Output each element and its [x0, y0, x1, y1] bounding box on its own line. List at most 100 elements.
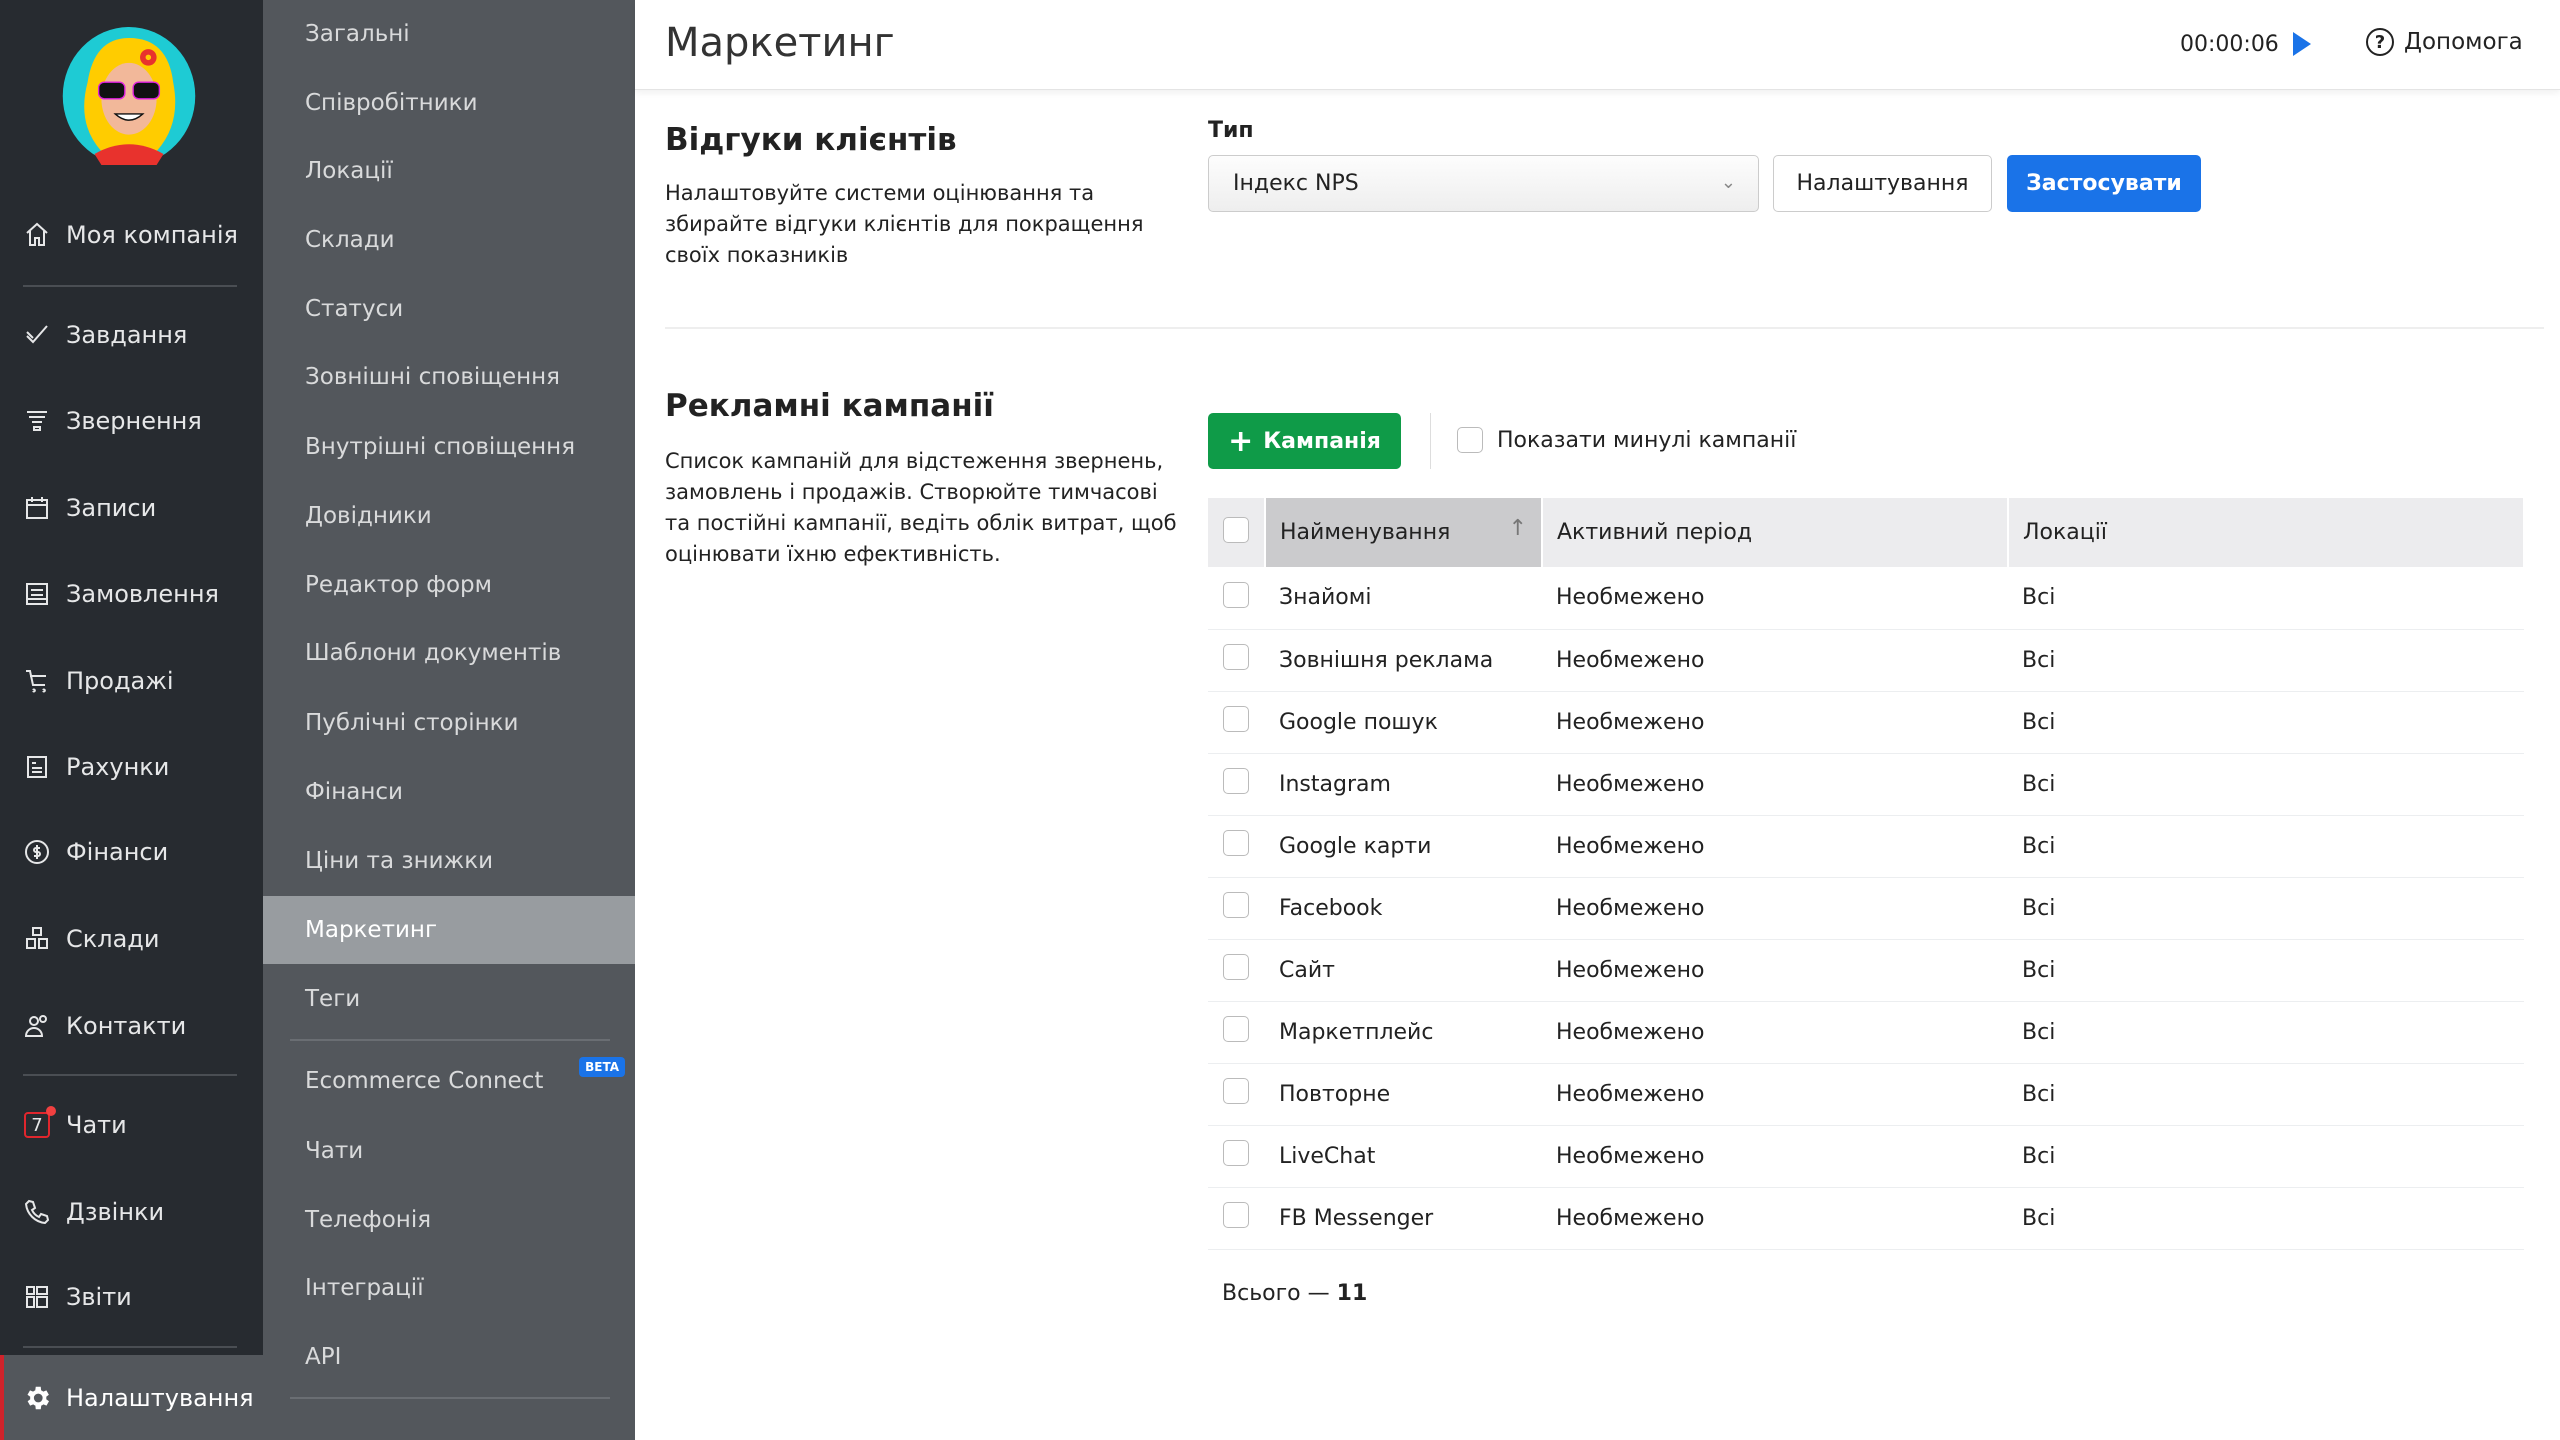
table-row[interactable]: Google картиНеобмеженоВсі	[1208, 815, 2524, 877]
row-checkbox[interactable]	[1223, 644, 1249, 670]
settings-button[interactable]: Налаштування	[1773, 155, 1992, 212]
column-locations[interactable]: Локації	[2008, 498, 2524, 567]
row-checkbox[interactable]	[1223, 1016, 1249, 1042]
table-row[interactable]: ПовторнеНеобмеженоВсі	[1208, 1063, 2524, 1125]
nav-item-9[interactable]: Склади	[0, 904, 263, 974]
row-checkbox[interactable]	[1223, 582, 1249, 608]
table-row[interactable]: FacebookНеобмеженоВсі	[1208, 877, 2524, 939]
help-label: Допомога	[2404, 29, 2523, 55]
table-row[interactable]: ЗнайоміНеобмеженоВсі	[1208, 567, 2524, 629]
cell: Необмежено	[1542, 1125, 2008, 1187]
submenu-item[interactable]: Співробітники	[263, 69, 635, 137]
cell: Facebook	[1265, 877, 1542, 939]
row-checkbox[interactable]	[1223, 1202, 1249, 1228]
cell: Всі	[2008, 567, 2524, 629]
submenu-item[interactable]: Шаблони документів	[263, 619, 635, 687]
cell: FB Messenger	[1265, 1187, 1542, 1249]
nav-item-6[interactable]: Продажі	[0, 646, 263, 716]
avatar[interactable]	[60, 27, 198, 165]
submenu-item[interactable]: Внутрішні сповіщення	[263, 413, 635, 481]
submenu-item[interactable]: Ціни та знижки	[263, 827, 635, 895]
cell: Всі	[2008, 629, 2524, 691]
nav-label: Продажі	[66, 667, 174, 695]
submenu-item[interactable]: Статуси	[263, 275, 635, 343]
submenu-item[interactable]: Інтеграції	[263, 1254, 635, 1322]
submenu-item[interactable]: Загальні	[263, 0, 635, 68]
type-select-value: Індекс NPS	[1233, 171, 1359, 196]
show-past-toggle[interactable]: Показати минулі кампанії	[1457, 427, 1796, 453]
cell: Знайомі	[1265, 567, 1542, 629]
campaigns-title: Рекламні кампанії	[665, 388, 994, 424]
home-icon	[22, 220, 52, 250]
cell: Необмежено	[1542, 753, 2008, 815]
column-name[interactable]: Найменування↑	[1265, 498, 1542, 567]
table-row[interactable]: FB MessengerНеобмеженоВсі	[1208, 1187, 2524, 1249]
column-period[interactable]: Активний період	[1542, 498, 2008, 567]
nav-item-5[interactable]: Замовлення	[0, 559, 263, 629]
nav-item-10[interactable]: Контакти	[0, 991, 263, 1061]
submenu-item[interactable]: Телефонія	[263, 1186, 635, 1254]
submenu-item[interactable]: Теги	[263, 965, 635, 1033]
nav-item-12[interactable]: Дзвінки	[0, 1177, 263, 1247]
main-sidebar: Моя компанія Завдання Звернення Записи Замов…	[0, 0, 263, 1440]
apply-button[interactable]: Застосувати	[2007, 155, 2201, 212]
nav-label: Звіти	[66, 1283, 132, 1311]
row-checkbox[interactable]	[1223, 954, 1249, 980]
submenu-item[interactable]: Фінанси	[263, 758, 635, 826]
cell: Необмежено	[1542, 567, 2008, 629]
submenu-item[interactable]: Склади	[263, 206, 635, 274]
row-checkbox[interactable]	[1223, 706, 1249, 732]
play-icon[interactable]	[2293, 32, 2311, 56]
row-checkbox[interactable]	[1223, 768, 1249, 794]
row-checkbox[interactable]	[1223, 830, 1249, 856]
submenu-item[interactable]: Редактор форм	[263, 551, 635, 619]
table-row[interactable]: LiveChatНеобмеженоВсі	[1208, 1125, 2524, 1187]
row-checkbox[interactable]	[1223, 1078, 1249, 1104]
cell: Необмежено	[1542, 1063, 2008, 1125]
nav-item-7[interactable]: Рахунки	[0, 732, 263, 802]
submenu-item[interactable]: Локації	[263, 137, 635, 205]
submenu-label: Чати	[305, 1138, 363, 1164]
table-row[interactable]: Зовнішня рекламаНеобмеженоВсі	[1208, 629, 2524, 691]
timer: 00:00:06	[2180, 32, 2279, 57]
submenu-item[interactable]: Публічні сторінки	[263, 689, 635, 757]
nav-item-4[interactable]: Записи	[0, 473, 263, 543]
campaigns-table: Найменування↑ Активний період Локації Зн…	[1208, 498, 2525, 1250]
cell: LiveChat	[1265, 1125, 1542, 1187]
campaigns-description: Список кампаній для відстеження звернень…	[665, 446, 1185, 570]
submenu-item[interactable]: API	[263, 1323, 635, 1391]
table-row[interactable]: Google пошукНеобмеженоВсі	[1208, 691, 2524, 753]
nav-item-3[interactable]: Звернення	[0, 386, 263, 456]
submenu-item[interactable]: Чати	[263, 1117, 635, 1185]
table-row[interactable]: InstagramНеобмеженоВсі	[1208, 753, 2524, 815]
toolbar-divider	[1430, 413, 1431, 469]
type-select[interactable]: Індекс NPS ⌄	[1208, 155, 1759, 212]
nav-item-1[interactable]: Моя компанія	[0, 200, 263, 270]
nav-item-8[interactable]: Фінанси	[0, 817, 263, 887]
submenu-divider	[290, 1397, 610, 1399]
table-row[interactable]: СайтНеобмеженоВсі	[1208, 939, 2524, 1001]
help-link[interactable]: ? Допомога	[2366, 28, 2523, 56]
cell: Необмежено	[1542, 691, 2008, 753]
add-campaign-button[interactable]: + Кампанія	[1208, 413, 1401, 469]
nav-item-11[interactable]: 7Чати	[0, 1090, 263, 1160]
nav-item-2[interactable]: Завдання	[0, 300, 263, 370]
table-row[interactable]: МаркетплейсНеобмеженоВсі	[1208, 1001, 2524, 1063]
feedback-description: Налаштовуйте системи оцінювання та збира…	[665, 178, 1155, 271]
row-checkbox[interactable]	[1223, 1140, 1249, 1166]
show-past-checkbox[interactable]	[1457, 427, 1483, 453]
select-all-checkbox[interactable]	[1223, 517, 1249, 543]
cell: Всі	[2008, 1125, 2524, 1187]
submenu-item[interactable]: Зовнішні сповіщення	[263, 343, 635, 411]
reports-icon	[22, 1282, 52, 1312]
nav-item-13[interactable]: Звіти	[0, 1262, 263, 1332]
row-checkbox[interactable]	[1223, 892, 1249, 918]
nav-label: Дзвінки	[66, 1198, 164, 1226]
cell: Всі	[2008, 1063, 2524, 1125]
submenu-item[interactable]: Маркетинг	[263, 896, 635, 964]
nav-label: Звернення	[66, 407, 202, 435]
nav-item-settings[interactable]: Налаштування	[0, 1355, 263, 1440]
cell: Необмежено	[1542, 1001, 2008, 1063]
submenu-item[interactable]: Ecommerce ConnectBETA	[263, 1047, 635, 1115]
submenu-item[interactable]: Довідники	[263, 482, 635, 550]
